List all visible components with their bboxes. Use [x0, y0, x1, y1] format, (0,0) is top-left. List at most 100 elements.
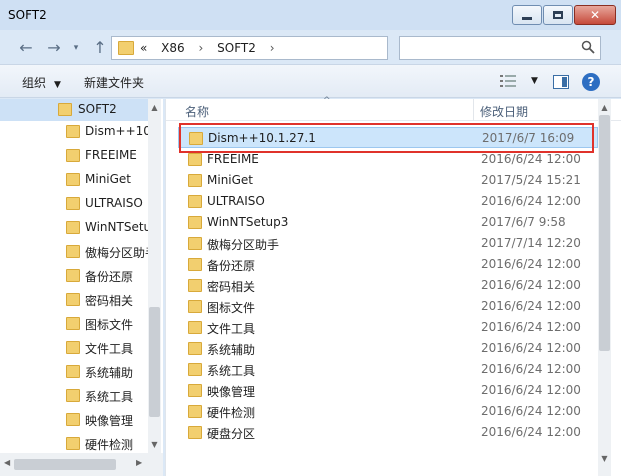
- file-name: 密码相关: [207, 280, 256, 294]
- file-name: 图标文件: [207, 301, 256, 315]
- file-row[interactable]: MiniGet 2017/5/24 15:21: [178, 170, 598, 191]
- scroll-right-icon[interactable]: ▶: [136, 458, 142, 467]
- sidebar-item[interactable]: 密码相关: [0, 289, 148, 311]
- breadcrumb-separator[interactable]: ›: [270, 41, 275, 55]
- scroll-left-icon[interactable]: ◀: [4, 458, 10, 467]
- scrollbar-thumb[interactable]: [149, 307, 160, 417]
- column-divider[interactable]: [473, 99, 474, 121]
- back-button[interactable]: ←: [16, 38, 36, 58]
- scrollbar-thumb[interactable]: [599, 115, 610, 351]
- help-icon[interactable]: ?: [582, 73, 600, 91]
- maximize-button[interactable]: [543, 5, 573, 25]
- file-name: 硬盘分区: [207, 427, 256, 441]
- sidebar-item[interactable]: Dism++10: [0, 121, 148, 143]
- sidebar-item[interactable]: 图标文件: [0, 313, 148, 335]
- folder-icon: [66, 437, 80, 450]
- folder-icon: [188, 153, 202, 166]
- sidebar-horizontal-scrollbar[interactable]: ◀ ▶: [0, 453, 163, 476]
- file-row[interactable]: 系统辅助 2016/6/24 12:00: [178, 338, 598, 359]
- file-date: 2016/6/24 12:00: [481, 404, 581, 418]
- close-icon: ✕: [589, 8, 601, 22]
- scroll-down-icon[interactable]: ▼: [148, 438, 161, 451]
- file-name: 硬件检测: [207, 406, 256, 420]
- file-date: 2016/6/24 12:00: [481, 257, 581, 271]
- file-date: 2017/5/24 15:21: [481, 173, 581, 187]
- folder-icon: [66, 269, 80, 282]
- sidebar-item[interactable]: WinNTSetu: [0, 217, 148, 239]
- file-row[interactable]: WinNTSetup3 2017/6/7 9:58: [178, 212, 598, 233]
- file-row[interactable]: 系统工具 2016/6/24 12:00: [178, 359, 598, 380]
- sidebar-item[interactable]: 映像管理: [0, 409, 148, 431]
- view-dropdown-icon[interactable]: ▼: [531, 76, 538, 86]
- forward-button[interactable]: →: [44, 38, 64, 58]
- folder-icon: [66, 413, 80, 426]
- minimize-button[interactable]: [512, 5, 542, 25]
- folder-icon: [66, 341, 80, 354]
- up-button[interactable]: ↑: [90, 38, 110, 58]
- preview-pane-icon[interactable]: [553, 75, 569, 89]
- window-title: SOFT2: [8, 8, 47, 22]
- column-header-date[interactable]: 修改日期: [480, 103, 528, 120]
- sidebar-item[interactable]: 备份还原: [0, 265, 148, 287]
- sort-ascending-icon: ^: [323, 96, 331, 106]
- sidebar-item[interactable]: 系统工具: [0, 385, 148, 407]
- file-date: 2016/6/24 12:00: [481, 152, 581, 166]
- breadcrumb-overflow[interactable]: «: [140, 41, 147, 55]
- file-name: ULTRAISO: [207, 194, 265, 208]
- search-icon: [581, 40, 595, 54]
- folder-icon: [188, 216, 202, 229]
- address-bar[interactable]: « X86 › SOFT2 › ▾ ↻: [111, 36, 494, 60]
- sidebar-item[interactable]: FREEIME: [0, 145, 148, 167]
- breadcrumb-soft2[interactable]: SOFT2: [217, 41, 256, 55]
- file-list-vertical-scrollbar[interactable]: ▲ ▼: [598, 99, 611, 476]
- recent-locations-button[interactable]: ▾: [70, 38, 82, 58]
- file-name: MiniGet: [207, 173, 254, 187]
- file-row[interactable]: 备份还原 2016/6/24 12:00: [178, 254, 598, 275]
- folder-icon: [188, 405, 202, 418]
- file-name: FREEIME: [207, 152, 259, 166]
- file-row-selected[interactable]: Dism++10.1.27.1 2017/6/7 16:09: [178, 127, 598, 148]
- folder-icon: [188, 321, 202, 334]
- close-button[interactable]: ✕: [574, 5, 616, 25]
- scroll-down-icon[interactable]: ▼: [598, 452, 611, 465]
- sidebar-item[interactable]: 傲梅分区助手: [0, 241, 148, 263]
- folder-icon: [66, 197, 80, 210]
- folder-icon: [188, 384, 202, 397]
- file-date: 2016/6/24 12:00: [481, 299, 581, 313]
- file-row[interactable]: 文件工具 2016/6/24 12:00: [178, 317, 598, 338]
- file-row[interactable]: 傲梅分区助手 2017/7/14 12:20: [178, 233, 598, 254]
- sidebar-item[interactable]: 硬件检测: [0, 433, 148, 455]
- file-row[interactable]: FREEIME 2016/6/24 12:00: [178, 149, 598, 170]
- sidebar-item[interactable]: 系统辅助: [0, 361, 148, 383]
- new-folder-button[interactable]: 新建文件夹: [84, 74, 144, 91]
- sidebar-item[interactable]: ULTRAISO: [0, 193, 148, 215]
- title-bar[interactable]: SOFT2 ✕: [0, 0, 621, 30]
- breadcrumb-x86[interactable]: X86: [161, 41, 185, 55]
- column-header-name[interactable]: 名称: [185, 103, 209, 120]
- address-row: ← → ▾ ↑ « X86 › SOFT2 › ▾ ↻: [0, 30, 621, 64]
- scroll-up-icon[interactable]: ▲: [148, 101, 161, 114]
- scrollbar-thumb[interactable]: [14, 459, 116, 470]
- file-row[interactable]: 密码相关 2016/6/24 12:00: [178, 275, 598, 296]
- sidebar-item[interactable]: MiniGet: [0, 169, 148, 191]
- file-row[interactable]: 映像管理 2016/6/24 12:00: [178, 380, 598, 401]
- file-row[interactable]: 硬盘分区 2016/6/24 12:00: [178, 422, 598, 443]
- organize-label: 组织: [22, 76, 47, 90]
- breadcrumb-separator[interactable]: ›: [199, 41, 204, 55]
- sidebar-item[interactable]: 文件工具: [0, 337, 148, 359]
- organize-button[interactable]: 组织 ▼: [22, 74, 61, 91]
- file-name: Dism++10.1.27.1: [208, 131, 316, 145]
- folder-icon: [66, 245, 80, 258]
- sidebar-vertical-scrollbar[interactable]: ▲ ▼: [148, 99, 161, 453]
- file-date: 2016/6/24 12:00: [481, 425, 581, 439]
- sidebar-item-soft2[interactable]: SOFT2: [0, 99, 148, 121]
- view-options-icon[interactable]: [500, 74, 516, 88]
- file-row[interactable]: 图标文件 2016/6/24 12:00: [178, 296, 598, 317]
- breadcrumb: « X86 › SOFT2 ›: [140, 41, 285, 55]
- file-row[interactable]: ULTRAISO 2016/6/24 12:00: [178, 191, 598, 212]
- file-row[interactable]: 硬件检测 2016/6/24 12:00: [178, 401, 598, 422]
- scroll-up-icon[interactable]: ▲: [598, 101, 611, 114]
- search-input[interactable]: [399, 36, 601, 60]
- column-header-row: ^ 名称 修改日期: [166, 96, 621, 121]
- file-name: WinNTSetup3: [207, 215, 289, 229]
